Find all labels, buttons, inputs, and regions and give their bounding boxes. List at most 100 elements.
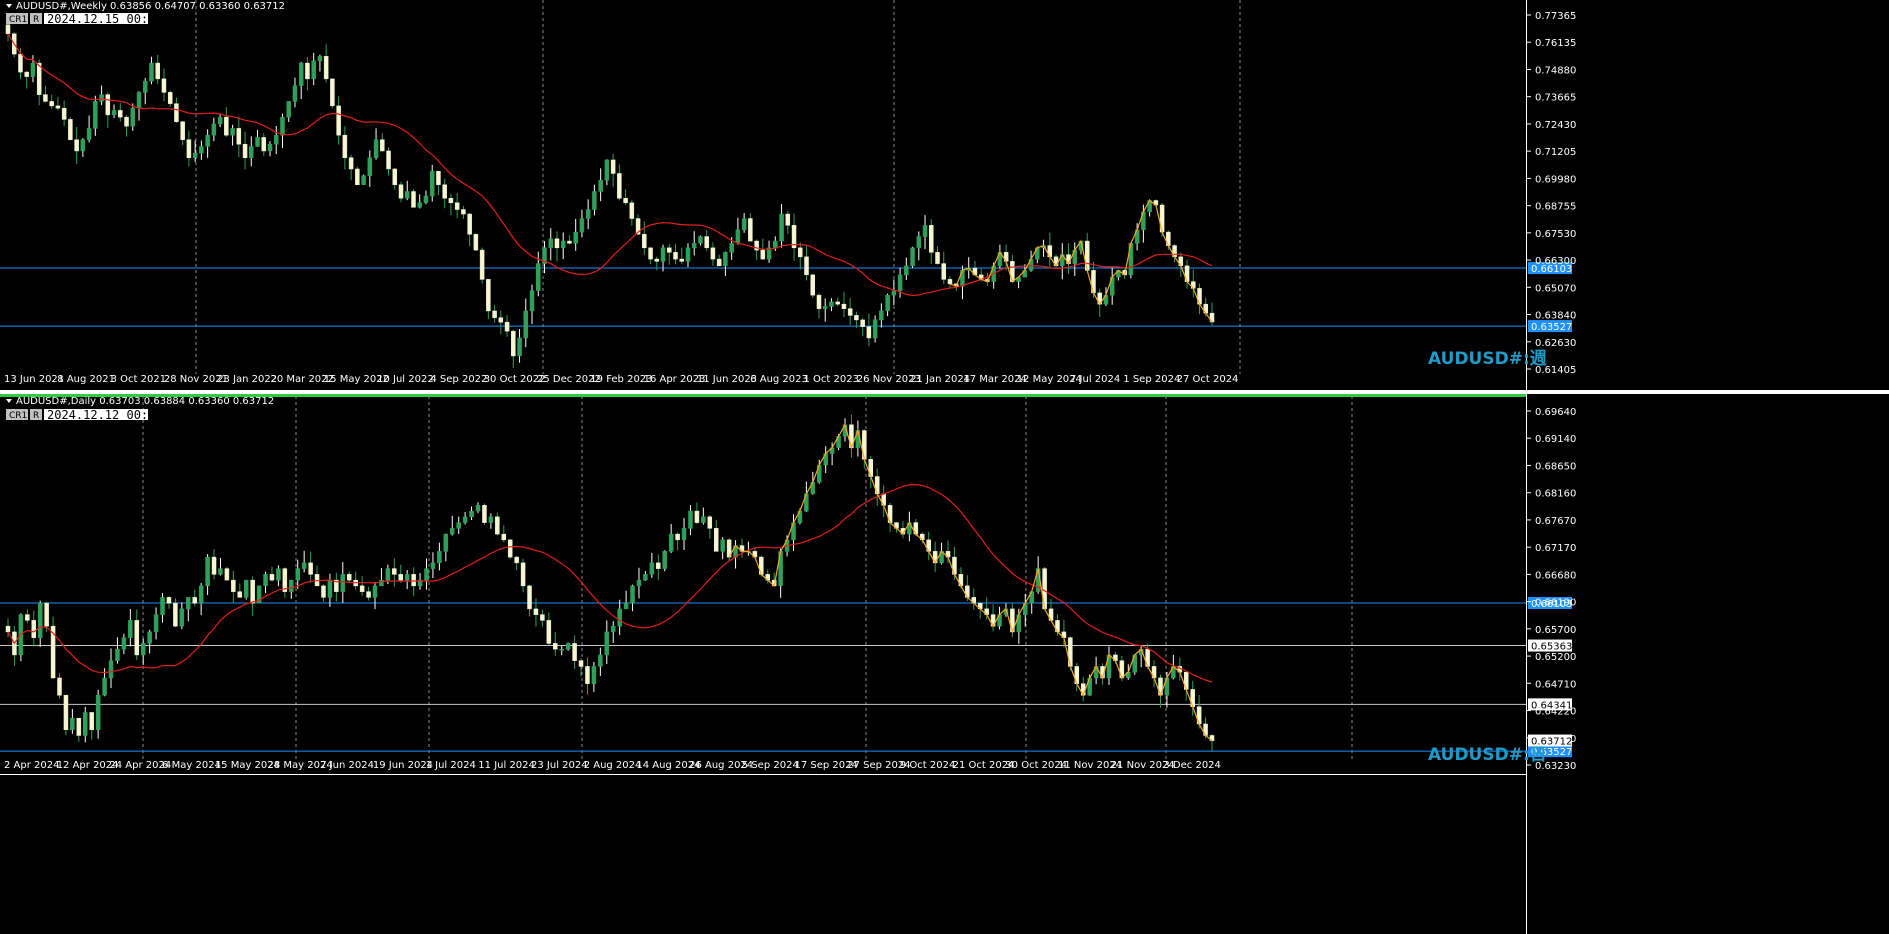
candle [242, 131, 248, 170]
candle [492, 304, 497, 323]
candle [748, 213, 753, 242]
hline-tag-label: 0.65363 [1531, 642, 1572, 653]
candle-body [498, 317, 504, 323]
pane-menu-arrow-icon[interactable] [6, 4, 12, 8]
candle [80, 138, 86, 157]
candle [860, 318, 865, 337]
candle [916, 231, 922, 261]
candle-body [872, 319, 878, 339]
candle [142, 77, 148, 105]
candle [436, 170, 441, 195]
candle [579, 209, 585, 238]
candle [1184, 259, 1190, 289]
candle [417, 194, 422, 209]
candle-body [947, 279, 953, 285]
candle-body [572, 643, 577, 661]
candle [93, 95, 98, 136]
candle-body [748, 218, 753, 242]
candle [679, 247, 684, 264]
candle [108, 648, 114, 689]
candle [713, 519, 719, 552]
date-tick-label: 6 May 2024 [162, 760, 221, 771]
candle-body [585, 666, 590, 684]
candle [1209, 734, 1215, 752]
candle [598, 168, 603, 202]
candle [462, 512, 468, 525]
candle-body [885, 294, 890, 312]
date-tick-label: 2 Aug 2024 [584, 760, 642, 771]
candle [546, 612, 552, 646]
candle-body [617, 173, 622, 199]
candle-body [866, 326, 872, 339]
candle [198, 582, 204, 616]
candle [243, 579, 249, 600]
candle-body [140, 643, 146, 656]
candle-body [405, 191, 410, 199]
candle [816, 293, 822, 319]
candle [660, 244, 666, 272]
price-tick-label: 0.68650 [1535, 461, 1576, 472]
candle-body [269, 574, 275, 581]
candle-body [630, 585, 635, 604]
candle [261, 133, 267, 156]
date-tick-label: 1 Oct 2023 [804, 374, 859, 385]
candle [475, 502, 481, 514]
candle [656, 554, 661, 581]
candle [353, 571, 358, 590]
price-tick-label: 0.65070 [1535, 283, 1576, 294]
candle-body [710, 247, 716, 260]
pane-menu-arrow-icon[interactable] [6, 399, 12, 403]
candle [24, 71, 29, 89]
candle-body [61, 107, 67, 120]
price-tick-label: 0.68160 [1535, 489, 1576, 500]
candle-body [83, 712, 88, 736]
candle-body [5, 24, 11, 35]
bottom-border [0, 774, 1526, 775]
candle-body [822, 306, 828, 309]
candle [779, 204, 784, 248]
candle [99, 85, 104, 106]
weekly-pane[interactable]: 0.661030.635270.773650.761350.748800.736… [0, 0, 1576, 385]
candle [140, 638, 146, 665]
ma-line [7, 483, 1213, 683]
candle-body [242, 143, 248, 158]
candle [398, 564, 403, 583]
chart-canvas[interactable]: 0.661030.635270.773650.761350.748800.736… [0, 0, 1889, 934]
candle-body [829, 301, 834, 307]
candle-body [523, 310, 529, 339]
candle [823, 446, 828, 474]
candle-body [411, 191, 416, 208]
candle-body [392, 568, 397, 575]
candle [167, 90, 173, 107]
candle [224, 566, 230, 581]
candle [849, 414, 854, 458]
candle-body [598, 654, 603, 667]
date-tick-label: 1 Jul 2024 [426, 760, 476, 771]
candle [900, 520, 906, 539]
candle-body [295, 568, 300, 581]
candle-body [24, 71, 29, 77]
candle [1109, 267, 1115, 305]
candle-body [108, 660, 114, 679]
candle-body [173, 602, 178, 627]
candle-body [667, 247, 672, 253]
candle [25, 609, 30, 624]
candle [1093, 656, 1099, 685]
candle-body [935, 252, 940, 264]
date-tick-label: 11 Jul 2024 [478, 760, 535, 771]
candle-body [134, 620, 140, 656]
price-tick-label: 0.67670 [1535, 516, 1576, 527]
candle [553, 631, 558, 656]
daily-pane[interactable]: 0.661030.653630.643410.635270.696400.691… [0, 396, 1576, 772]
date-tick-label: 23 Jan 2022 [217, 374, 277, 385]
candle-body [99, 94, 104, 102]
price-axis-border [1526, 0, 1527, 934]
candle-body [527, 585, 532, 610]
candle-body [729, 243, 734, 253]
candle [355, 166, 360, 186]
candle-body [514, 556, 519, 564]
candle [111, 104, 117, 119]
candle [298, 61, 304, 100]
candle [841, 291, 847, 318]
candle [733, 540, 738, 569]
